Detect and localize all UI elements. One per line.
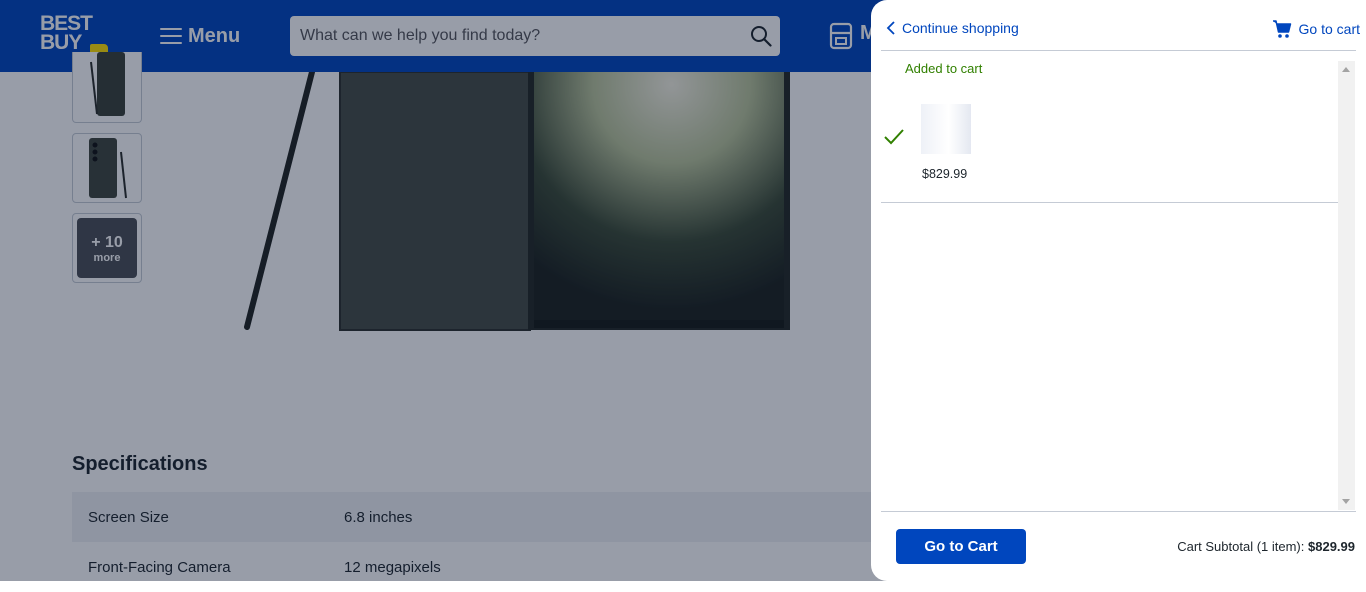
subtotal-amount: $829.99 <box>1308 539 1355 554</box>
added-to-cart-drawer: Continue shopping Go to cart Added to ca… <box>871 0 1366 581</box>
go-to-cart-button[interactable]: Go to Cart <box>896 529 1026 564</box>
chevron-left-icon <box>886 21 895 35</box>
drawer-header: Continue shopping Go to cart <box>881 0 1360 51</box>
continue-shopping-label: Continue shopping <box>902 20 1019 36</box>
subtotal-label: Cart Subtotal (1 item): <box>1177 539 1305 554</box>
item-divider <box>881 202 1338 203</box>
added-to-cart-label: Added to cart <box>905 61 983 76</box>
cart-item-image[interactable] <box>921 104 971 154</box>
go-to-cart-link[interactable]: Go to cart <box>1272 19 1360 39</box>
drawer-scrollbar[interactable] <box>1338 61 1355 510</box>
cart-item-price: $829.99 <box>922 167 968 181</box>
checkmark-icon <box>884 129 904 145</box>
scroll-down-arrow-icon[interactable] <box>1342 499 1350 504</box>
footer-divider <box>881 511 1356 512</box>
continue-shopping-link[interactable]: Continue shopping <box>886 20 1019 36</box>
cart-icon <box>1272 20 1291 38</box>
go-to-cart-link-label: Go to cart <box>1298 21 1360 37</box>
cart-subtotal: Cart Subtotal (1 item): $829.99 <box>1177 539 1355 554</box>
scroll-up-arrow-icon[interactable] <box>1342 67 1350 72</box>
